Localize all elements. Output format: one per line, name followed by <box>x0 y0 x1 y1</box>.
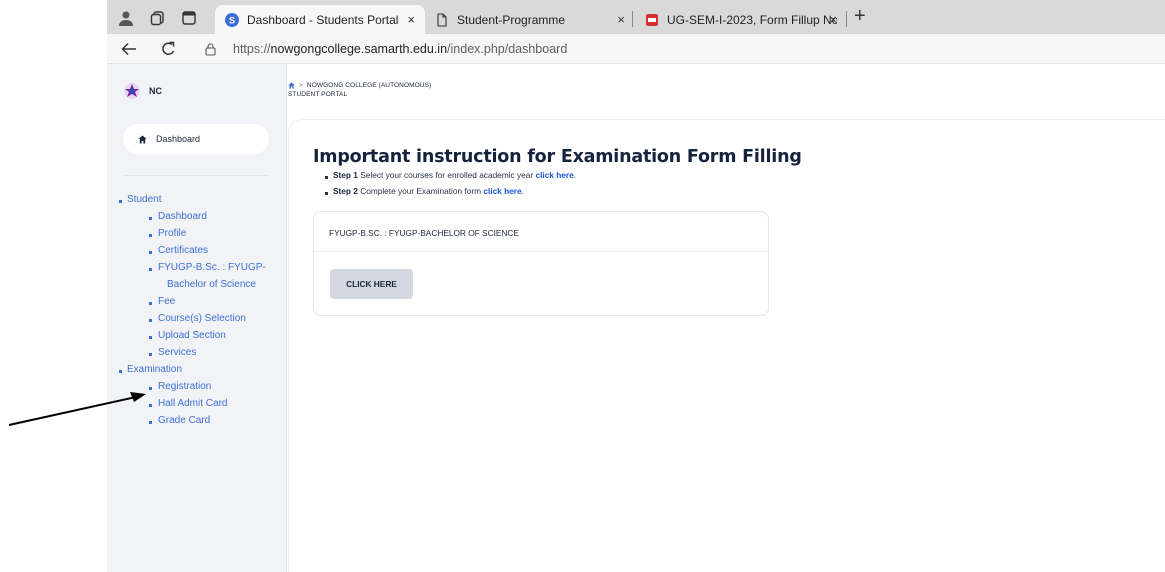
sidebar-item-hall-admit-card[interactable]: Hall Admit Card <box>158 398 227 409</box>
tab-close-icon[interactable]: × <box>407 12 415 27</box>
sidebar-item-registration[interactable]: Registration <box>158 381 211 392</box>
sidebar-divider <box>123 175 269 176</box>
sidebar-item-course-selection[interactable]: Course(s) Selection <box>158 313 246 324</box>
bullet-icon <box>325 176 328 179</box>
sidebar-item-upload-section[interactable]: Upload Section <box>158 330 226 341</box>
site-lock-icon[interactable] <box>205 43 216 56</box>
bullet-icon <box>149 336 152 339</box>
tab-student-programme[interactable]: Student-Programme × <box>425 5 635 34</box>
sidebar-item-programme-line2[interactable]: Bachelor of Science <box>167 279 256 290</box>
tab-actions-icon[interactable] <box>180 9 198 27</box>
bullet-icon <box>149 234 152 237</box>
step-label: Step 1 <box>333 170 358 180</box>
sidebar-item-certificates[interactable]: Certificates <box>158 245 208 256</box>
sidebar-section-student[interactable]: Student <box>127 194 161 205</box>
breadcrumb-separator: > <box>299 82 303 89</box>
url-text[interactable]: https://nowgongcollege.samarth.edu.in/in… <box>233 42 567 56</box>
document-icon <box>437 12 447 27</box>
instruction-step-1: Step 1 Select your courses for enrolled … <box>333 170 577 180</box>
bullet-icon <box>149 353 152 356</box>
sidebar-item-grade-card[interactable]: Grade Card <box>158 415 210 426</box>
tab-close-icon[interactable]: × <box>829 12 837 27</box>
breadcrumb-college[interactable]: NOWGONG COLLEGE (AUTONOMOUS) <box>307 82 431 89</box>
click-here-button[interactable]: CLICK HERE <box>330 269 413 299</box>
brand[interactable]: NC <box>123 82 162 100</box>
sidebar-section-examination[interactable]: Examination <box>127 364 182 375</box>
refresh-icon[interactable] <box>161 41 176 57</box>
tab-title: Dashboard - Students Portal <box>247 12 399 27</box>
tab-form-fillup[interactable]: UG-SEM-I-2023, Form Fillup Noti × <box>635 5 847 34</box>
new-tab-button[interactable]: + <box>854 5 866 28</box>
bullet-icon <box>149 302 152 305</box>
breadcrumb-portal: STUDENT PORTAL <box>288 91 348 98</box>
svg-text:S: S <box>229 15 235 25</box>
back-arrow-icon[interactable] <box>121 42 137 56</box>
address-bar: https://nowgongcollege.samarth.edu.in/in… <box>107 34 1165 64</box>
instruction-step-2: Step 2 Complete your Examination form cl… <box>333 186 524 196</box>
bullet-icon <box>149 251 152 254</box>
tab-separator <box>632 11 633 27</box>
card-header: FYUGP-B.SC. : FYUGP-BACHELOR OF SCIENCE <box>314 212 768 252</box>
step-text: Complete your Examination form <box>357 186 484 196</box>
sidebar-item-fee[interactable]: Fee <box>158 296 175 307</box>
bullet-icon <box>119 370 122 373</box>
college-logo-icon <box>124 83 140 99</box>
card-title: FYUGP-B.SC. : FYUGP-BACHELOR OF SCIENCE <box>329 228 519 238</box>
programme-card: FYUGP-B.SC. : FYUGP-BACHELOR OF SCIENCE … <box>313 211 769 316</box>
tab-title: UG-SEM-I-2023, Form Fillup Noti <box>667 12 837 27</box>
bullet-icon <box>149 268 152 271</box>
bullet-icon <box>149 404 152 407</box>
tab-separator <box>846 11 847 27</box>
step-1-click-here-link[interactable]: click here <box>535 170 573 180</box>
bullet-icon <box>149 319 152 322</box>
sidebar-item-dashboard[interactable]: Dashboard <box>158 211 207 222</box>
step-2-click-here-link[interactable]: click here <box>483 186 521 196</box>
home-icon <box>138 134 147 144</box>
step-label: Step 2 <box>333 186 358 196</box>
browser-tab-strip: S Dashboard - Students Portal × Student-… <box>107 0 1165 34</box>
tab-title: Student-Programme <box>457 12 566 27</box>
step-text: Select your courses for enrolled academi… <box>357 170 536 180</box>
samarth-favicon-icon: S <box>225 12 239 27</box>
sidebar-item-programme[interactable]: FYUGP-B.Sc. : FYUGP- <box>158 262 266 273</box>
sidebar-dashboard-label: Dashboard <box>156 134 201 144</box>
page-title: Important instruction for Examination Fo… <box>313 147 802 167</box>
profile-icon[interactable] <box>117 9 135 27</box>
sidebar-dashboard-button[interactable]: Dashboard <box>123 124 269 154</box>
bullet-icon <box>325 192 328 195</box>
home-icon[interactable] <box>288 82 295 89</box>
bullet-icon <box>149 421 152 424</box>
tab-close-icon[interactable]: × <box>617 12 625 27</box>
tab-dashboard[interactable]: S Dashboard - Students Portal × <box>215 5 425 34</box>
workspaces-icon[interactable] <box>149 9 167 27</box>
bullet-icon <box>149 387 152 390</box>
sidebar-item-services[interactable]: Services <box>158 347 196 358</box>
breadcrumb: > NOWGONG COLLEGE (AUTONOMOUS) STUDENT P… <box>288 81 431 99</box>
sidebar: NC Dashboard Student Dashboard Profile C… <box>107 64 287 572</box>
bullet-icon <box>119 200 122 203</box>
brand-name: NC <box>149 86 162 96</box>
pdf-icon <box>646 13 658 26</box>
bullet-icon <box>149 217 152 220</box>
page: S Dashboard - Students Portal × Student-… <box>0 0 1165 572</box>
sidebar-item-profile[interactable]: Profile <box>158 228 186 239</box>
